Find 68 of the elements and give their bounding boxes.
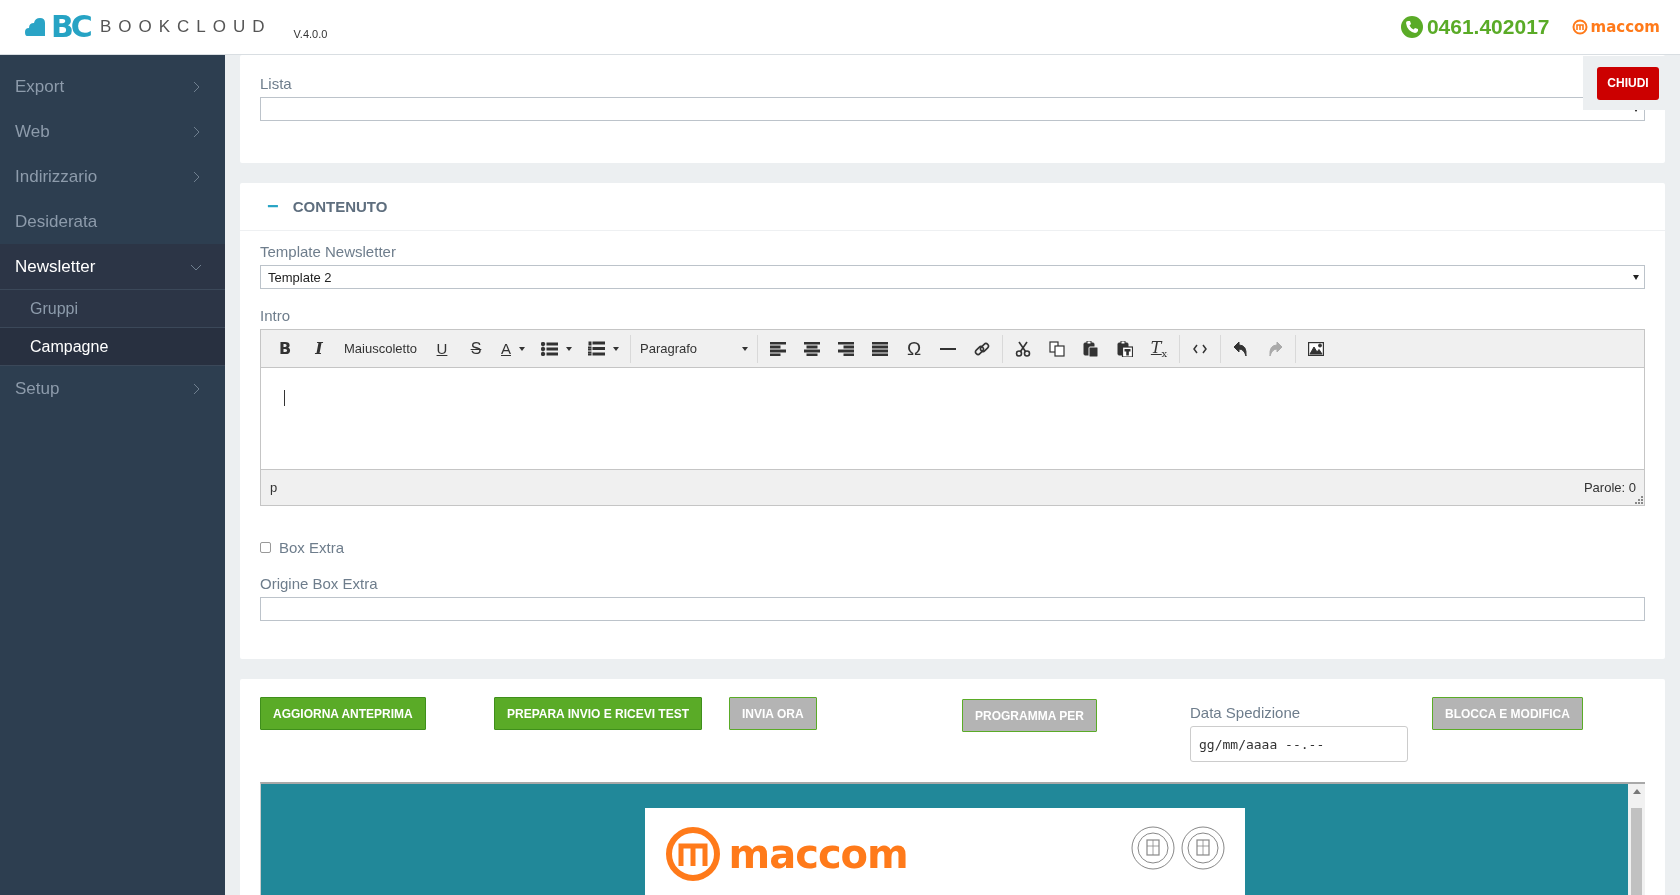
copy-icon	[1049, 340, 1065, 357]
format-dropdown[interactable]: Paragrafo	[634, 334, 754, 363]
justify-icon	[872, 341, 888, 356]
align-right-icon	[838, 341, 854, 356]
horizontal-line-icon	[940, 347, 956, 350]
caret-icon	[613, 346, 619, 351]
field-label: Template Newsletter	[260, 243, 396, 260]
word-count: Parole: 0	[1583, 480, 1636, 495]
image-icon	[1308, 341, 1324, 356]
date-input-field[interactable]: gg/mm/aaaa --.--	[1190, 726, 1408, 762]
caret-icon	[742, 346, 748, 351]
caret-icon	[519, 346, 525, 351]
dropdown-arrow-icon	[1633, 274, 1639, 280]
align-left-icon	[770, 341, 786, 356]
input-field[interactable]	[260, 597, 1645, 621]
sidebar-item[interactable]: Newsletter	[0, 244, 225, 289]
checkbox[interactable]	[260, 542, 271, 553]
field-label: Data Spedizione	[1190, 704, 1301, 721]
logo-mark[interactable]: BC	[51, 12, 90, 42]
sidebar-item[interactable]: Export	[0, 64, 225, 109]
field-label: Intro	[260, 307, 291, 324]
scrollbar[interactable]	[1628, 784, 1645, 895]
sidebar-subitem[interactable]: Campagne	[0, 327, 225, 365]
code-icon	[1193, 343, 1207, 354]
field-label: Origine Box Extra	[260, 575, 378, 592]
seal-icon	[1180, 826, 1225, 870]
sidebar-item[interactable]: Web	[0, 109, 225, 154]
partner-logo-icon	[1571, 19, 1588, 35]
text-cursor	[284, 390, 285, 406]
undo-icon	[1234, 341, 1248, 356]
italic-button[interactable]: I	[302, 334, 336, 363]
section-title: CONTENUTO	[292, 198, 388, 215]
element-path: p	[270, 480, 278, 495]
brand-name: maccom	[728, 834, 908, 874]
small-caps-button[interactable]: Maiuscoletto	[336, 334, 425, 363]
phone-icon	[1400, 16, 1423, 38]
paste-icon	[1083, 340, 1099, 357]
sidebar-item[interactable]: Indirizzario	[0, 154, 225, 199]
align-center-icon	[804, 341, 820, 356]
text-color-button[interactable]: A	[493, 334, 533, 363]
resize-grip-icon[interactable]	[1634, 495, 1643, 504]
field-label: Lista	[260, 75, 292, 92]
close-button[interactable]: CHIUDI	[1597, 66, 1659, 100]
partner-name: maccom	[1590, 18, 1660, 36]
dropdown-field[interactable]: Template 2	[260, 265, 1645, 289]
clear-format-button[interactable]: T$_{x}$	[1142, 334, 1176, 363]
phone-number: 0461.402017	[1426, 15, 1550, 39]
bold-button[interactable]: B	[268, 334, 302, 363]
numbered-list-icon	[588, 341, 605, 356]
link-icon	[974, 340, 990, 357]
caret-icon	[566, 346, 572, 351]
scissors-icon	[1015, 340, 1031, 357]
checkbox-label: Box Extra	[279, 539, 345, 556]
special-character-button[interactable]: Ω	[897, 334, 931, 363]
dropdown-field[interactable]	[260, 97, 1645, 121]
brand-name: BOOKCLOUD	[99, 17, 272, 37]
redo-icon	[1268, 341, 1282, 356]
underline-button[interactable]: U	[425, 334, 459, 363]
seal-icon	[1130, 826, 1175, 870]
bullet-list-icon	[541, 341, 558, 356]
version-label: V.4.0.0	[293, 28, 328, 40]
sidebar-item[interactable]: Setup	[0, 366, 225, 411]
brand-logo-icon	[664, 826, 721, 882]
sidebar-item[interactable]: Desiderata	[0, 199, 225, 244]
collapse-toggle[interactable]: −	[267, 195, 279, 218]
paste-text-icon	[1117, 340, 1133, 357]
scroll-up-icon[interactable]	[1632, 789, 1641, 794]
sidebar-subitem[interactable]: Gruppi	[0, 289, 225, 327]
